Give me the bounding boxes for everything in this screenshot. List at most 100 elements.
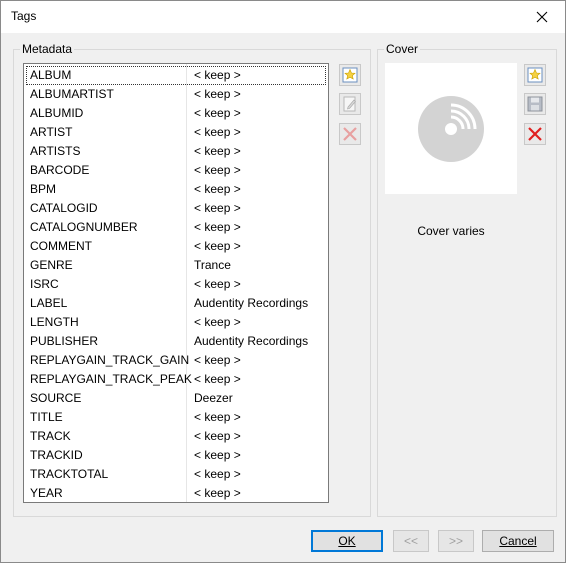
previous-button[interactable]: << [393,530,429,552]
floppy-disk-icon [527,96,543,112]
cancel-button[interactable]: Cancel [482,530,554,552]
tag-name: ALBUMARTIST [30,87,114,101]
tag-name: BARCODE [30,163,90,177]
list-item[interactable]: TRACKID < keep > [24,446,328,465]
list-item[interactable]: REPLAYGAIN_TRACK_GAIN < keep > [24,351,328,370]
tag-name: CATALOGNUMBER [30,220,138,234]
cover-group-label: Cover [384,42,421,56]
ok-button-label: OK [338,534,356,548]
tag-name: BPM [30,182,57,196]
remove-cover-button[interactable] [524,123,546,145]
list-item[interactable]: ISRC < keep > [24,275,328,294]
edit-icon [343,96,356,112]
tag-value: < keep > [194,448,241,462]
close-icon [536,11,548,23]
tag-name: TRACKTOTAL [30,467,109,481]
tag-name: TRACK [30,429,71,443]
list-item[interactable]: REPLAYGAIN_TRACK_PEAK < keep > [24,370,328,389]
tag-value: < keep > [194,68,241,82]
add-cover-button[interactable] [524,64,546,86]
tag-value: < keep > [194,353,241,367]
tag-name: ARTISTS [30,144,81,158]
list-item[interactable]: GENRE Trance [24,256,328,275]
tag-value: < keep > [194,87,241,101]
cover-image[interactable] [385,63,517,194]
list-item[interactable]: BARCODE < keep > [24,161,328,180]
remove-tag-button[interactable] [339,123,361,145]
list-item[interactable]: CATALOGID < keep > [24,199,328,218]
title-bar: Tags [1,1,565,33]
next-button-label: >> [448,534,463,548]
star-new-icon [527,67,543,83]
cancel-button-label: Cancel [499,534,537,548]
star-new-icon [342,67,358,83]
window-title: Tags [11,9,37,23]
delete-x-icon [528,127,542,141]
tag-value: < keep > [194,106,241,120]
list-item[interactable]: LABEL Audentity Recordings [24,294,328,313]
tags-dialog: Tags Metadata ALBUM < keep > ALBUMARTIST < … [0,0,566,563]
tag-value: < keep > [194,239,241,253]
disc-icon [418,96,484,162]
cover-status: Cover varies [417,224,485,238]
tag-value: < keep > [194,277,241,291]
delete-x-icon [343,127,357,141]
list-item[interactable]: ALBUM < keep > [26,66,326,85]
tag-value: < keep > [194,201,241,215]
tag-name: TRACKID [30,448,83,462]
tag-name: TITLE [30,410,63,424]
list-item[interactable]: TRACKTOTAL < keep > [24,465,328,484]
tag-value: < keep > [194,220,241,234]
next-button[interactable]: >> [438,530,474,552]
tag-name: REPLAYGAIN_TRACK_GAIN [30,353,190,367]
list-item[interactable]: LENGTH < keep > [24,313,328,332]
tag-value: < keep > [194,429,241,443]
tag-name: LABEL [30,296,68,310]
list-item[interactable]: TITLE < keep > [24,408,328,427]
tag-name: CATALOGID [30,201,98,215]
tag-value: < keep > [194,163,241,177]
list-item[interactable]: ARTIST < keep > [24,123,328,142]
tag-name: REPLAYGAIN_TRACK_PEAK [30,372,192,386]
tag-name: ALBUM [30,68,72,82]
add-tag-button[interactable] [339,64,361,86]
metadata-group-label: Metadata [20,42,75,56]
list-item[interactable]: PUBLISHER Audentity Recordings [24,332,328,351]
tag-value: Deezer [194,391,233,405]
list-item[interactable]: CATALOGNUMBER < keep > [24,218,328,237]
tag-name: COMMENT [30,239,92,253]
list-item[interactable]: ARTISTS < keep > [24,142,328,161]
list-item[interactable]: COMMENT < keep > [24,237,328,256]
ok-button[interactable]: OK [311,530,383,552]
edit-tag-button[interactable] [339,93,361,115]
tag-name: YEAR [30,486,63,500]
tag-name: ISRC [30,277,59,291]
tag-value: < keep > [194,315,241,329]
tag-value: Audentity Recordings [194,296,309,310]
tag-value: < keep > [194,410,241,424]
tag-name: ARTIST [30,125,73,139]
tag-value: < keep > [194,144,241,158]
tag-name: ALBUMID [30,106,84,120]
metadata-list[interactable]: ALBUM < keep > ALBUMARTIST < keep > ALBUMID <… [23,63,329,503]
list-item[interactable]: ALBUMID < keep > [24,104,328,123]
previous-button-label: << [403,534,418,548]
tag-value: < keep > [194,372,241,386]
tag-value: Audentity Recordings [194,334,309,348]
list-item[interactable]: BPM < keep > [24,180,328,199]
list-item[interactable]: TRACK < keep > [24,427,328,446]
tag-value: < keep > [194,125,241,139]
tag-value: < keep > [194,182,241,196]
save-cover-button[interactable] [524,93,546,115]
tag-value: Trance [194,258,231,272]
tag-name: LENGTH [30,315,79,329]
tag-value: < keep > [194,467,241,481]
tag-value: < keep > [194,486,241,500]
tag-name: SOURCE [30,391,82,405]
list-item[interactable]: ALBUMARTIST < keep > [24,85,328,104]
close-button[interactable] [519,1,565,33]
list-item[interactable]: YEAR < keep > [24,484,328,502]
tag-name: GENRE [30,258,73,272]
list-item[interactable]: SOURCE Deezer [24,389,328,408]
tag-name: PUBLISHER [30,334,99,348]
